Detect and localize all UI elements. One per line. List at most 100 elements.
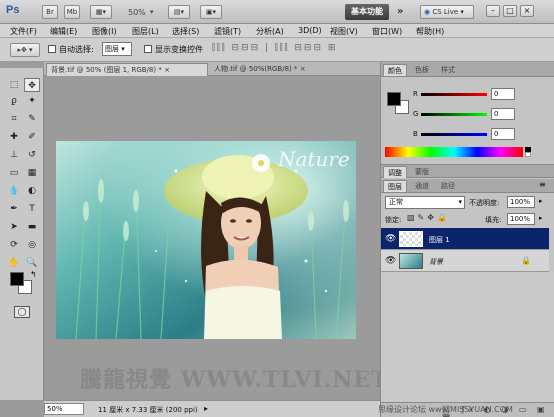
tab-person-doc[interactable]: 人物.tif @ 50%(RGB/8) * × bbox=[210, 63, 340, 76]
layers-list-empty-area[interactable] bbox=[381, 272, 554, 402]
blend-mode-dropdown[interactable]: 正常 ▾ bbox=[385, 196, 465, 209]
tab-adjustments[interactable]: 调整 bbox=[383, 166, 407, 178]
tab-channels[interactable]: 通道 bbox=[411, 180, 433, 192]
zoom-dropdown-icon[interactable]: ▾ bbox=[150, 8, 154, 16]
marquee-tool-icon[interactable]: ⬚ bbox=[6, 78, 22, 92]
move-tool-icon[interactable]: ✥ bbox=[24, 78, 40, 92]
eyedropper-tool-icon[interactable]: ✎ bbox=[24, 112, 40, 126]
menu-help[interactable]: 帮助(H) bbox=[416, 26, 444, 37]
menu-select[interactable]: 选择(S) bbox=[172, 26, 199, 37]
menu-filter[interactable]: 滤镜(T) bbox=[214, 26, 241, 37]
3d-orbit-tool-icon[interactable]: ◎ bbox=[24, 238, 40, 252]
menu-analysis[interactable]: 分析(A) bbox=[256, 26, 284, 37]
status-menu-arrow-icon[interactable]: ▸ bbox=[204, 404, 208, 413]
lasso-tool-icon[interactable]: ϼ bbox=[6, 94, 22, 108]
3d-rotate-tool-icon[interactable]: ⟳ bbox=[6, 238, 22, 252]
zoom-level[interactable]: 50% bbox=[128, 8, 146, 17]
layers-panel-tabs: 图层 通道 路径 ≡ bbox=[381, 179, 554, 193]
red-value-field[interactable]: 0 bbox=[491, 88, 515, 100]
menu-file[interactable]: 文件(F) bbox=[10, 26, 37, 37]
foreground-color-swatch[interactable] bbox=[10, 272, 24, 286]
tab-person-label: 人物.tif @ 50%(RGB/8) * bbox=[214, 65, 298, 73]
swap-colors-icon[interactable]: ↰ bbox=[30, 270, 37, 279]
layer-row-background[interactable]: 👁 背景 🔒 bbox=[381, 250, 549, 272]
lock-options-icons[interactable]: ▧✎✥🔒 bbox=[407, 213, 450, 222]
menu-3d[interactable]: 3D(D) bbox=[298, 26, 322, 35]
history-brush-tool-icon[interactable]: ↺ bbox=[24, 148, 40, 162]
document-tabs: 背景.tif @ 50% (图层 1, RGB/8) * × 人物.tif @ … bbox=[44, 62, 380, 76]
layer-row-layer-1[interactable]: 👁 图层 1 bbox=[381, 228, 549, 250]
blend-mode-value: 正常 bbox=[389, 198, 403, 206]
crop-tool-icon[interactable]: ⌗ bbox=[6, 112, 22, 126]
clone-stamp-tool-icon[interactable]: ⊥ bbox=[6, 148, 22, 162]
tab-paths[interactable]: 路径 bbox=[437, 180, 459, 192]
path-selection-tool-icon[interactable]: ➤ bbox=[6, 220, 22, 234]
tab-layers[interactable]: 图层 bbox=[383, 180, 407, 192]
tab-masks[interactable]: 蒙版 bbox=[411, 166, 433, 178]
healing-tool-icon[interactable]: ✚ bbox=[6, 130, 22, 144]
cs-live-button[interactable]: ◉ CS Live ▾ bbox=[420, 5, 474, 19]
more-workspaces-icon[interactable]: » bbox=[397, 6, 403, 17]
chevron-down-icon: ▾ bbox=[458, 198, 462, 206]
mini-bridge-button[interactable]: Mb bbox=[64, 5, 80, 19]
opacity-field[interactable]: 100% bbox=[507, 196, 535, 208]
auto-select-dropdown[interactable]: 图层 ▾ bbox=[102, 42, 132, 56]
eye-icon[interactable]: 👁 bbox=[385, 256, 396, 266]
maximize-button[interactable]: □ bbox=[503, 5, 517, 17]
align-buttons[interactable]: ⫿⫿⫿ ⊟⊟⊟ | ⫿⫿⫿ ⊟⊟⊟ ⊞ bbox=[212, 43, 337, 53]
menu-view[interactable]: 视图(V) bbox=[330, 26, 358, 37]
eraser-tool-icon[interactable]: ▭ bbox=[6, 166, 22, 180]
document-image[interactable]: Nature bbox=[56, 141, 356, 339]
menu-layer[interactable]: 图层(L) bbox=[132, 26, 159, 37]
tab-swatches[interactable]: 色板 bbox=[411, 64, 433, 76]
brush-tool-icon[interactable]: ✐ bbox=[24, 130, 40, 144]
site-watermark: 騰龍視覺 WWW.TLVI.NET bbox=[80, 367, 389, 393]
dodge-tool-icon[interactable]: ◐ bbox=[24, 184, 40, 198]
green-value-field[interactable]: 0 bbox=[491, 108, 515, 120]
fill-arrow-icon[interactable]: ▸ bbox=[539, 214, 543, 222]
status-zoom-field[interactable]: 50% bbox=[44, 403, 84, 415]
toolbox: ✥ ⬚ ϼ ✦ ⌗ ✎ ✚ ✐ ⊥ ↺ ▭ ▦ 💧 ◐ ✒ T ➤ ▬ ⟳ ◎ … bbox=[0, 62, 44, 400]
zoom-tool-icon[interactable]: 🔍 bbox=[24, 256, 40, 270]
tab-background-doc[interactable]: 背景.tif @ 50% (图层 1, RGB/8) * × bbox=[46, 63, 208, 76]
screen-mode-button[interactable]: ▣▾ bbox=[200, 5, 222, 19]
spectrum-white-swatch[interactable] bbox=[525, 152, 531, 157]
view-extras-button[interactable]: ▦▾ bbox=[90, 5, 112, 19]
show-transform-checkbox[interactable] bbox=[144, 45, 152, 53]
magic-wand-tool-icon[interactable]: ✦ bbox=[24, 94, 40, 108]
red-slider[interactable] bbox=[421, 93, 487, 96]
menu-edit[interactable]: 编辑(E) bbox=[50, 26, 77, 37]
close-tab-icon[interactable]: × bbox=[300, 65, 306, 73]
photoshop-logo: Ps bbox=[6, 4, 20, 16]
minimize-button[interactable]: – bbox=[486, 5, 500, 17]
color-panel-foreground-swatch[interactable] bbox=[387, 92, 401, 106]
menu-window[interactable]: 窗口(W) bbox=[372, 26, 402, 37]
arrange-documents-button[interactable]: ▤▾ bbox=[168, 5, 190, 19]
blue-slider[interactable] bbox=[421, 133, 487, 136]
auto-select-checkbox[interactable] bbox=[48, 45, 56, 53]
menu-image[interactable]: 图像(I) bbox=[92, 26, 117, 37]
blue-value-field[interactable]: 0 bbox=[491, 128, 515, 140]
eye-icon[interactable]: 👁 bbox=[385, 234, 396, 244]
opacity-arrow-icon[interactable]: ▸ bbox=[539, 197, 543, 205]
layer-1-name[interactable]: 图层 1 bbox=[429, 235, 450, 245]
tab-color[interactable]: 颜色 bbox=[383, 64, 407, 76]
color-spectrum-bar[interactable] bbox=[385, 147, 523, 157]
workspace-switcher[interactable]: 基本功能 bbox=[345, 4, 389, 20]
hand-tool-icon[interactable]: ✋ bbox=[6, 256, 22, 270]
gradient-tool-icon[interactable]: ▦ bbox=[24, 166, 40, 180]
close-button[interactable]: × bbox=[520, 5, 534, 17]
quick-mask-icon[interactable]: ◯ bbox=[14, 306, 30, 318]
bridge-button[interactable]: Br bbox=[42, 5, 58, 19]
fill-field[interactable]: 100% bbox=[507, 213, 535, 225]
pen-tool-icon[interactable]: ✒ bbox=[6, 202, 22, 216]
tool-preset-picker[interactable]: ▸✥ ▾ bbox=[10, 43, 40, 57]
close-tab-icon[interactable]: × bbox=[164, 66, 170, 74]
layers-panel-menu-icon[interactable]: ≡ bbox=[539, 180, 546, 189]
green-slider[interactable] bbox=[421, 113, 487, 116]
background-layer-name[interactable]: 背景 bbox=[429, 257, 443, 267]
shape-tool-icon[interactable]: ▬ bbox=[24, 220, 40, 234]
type-tool-icon[interactable]: T bbox=[24, 202, 40, 216]
tab-styles[interactable]: 样式 bbox=[437, 64, 459, 76]
blur-tool-icon[interactable]: 💧 bbox=[6, 184, 22, 198]
